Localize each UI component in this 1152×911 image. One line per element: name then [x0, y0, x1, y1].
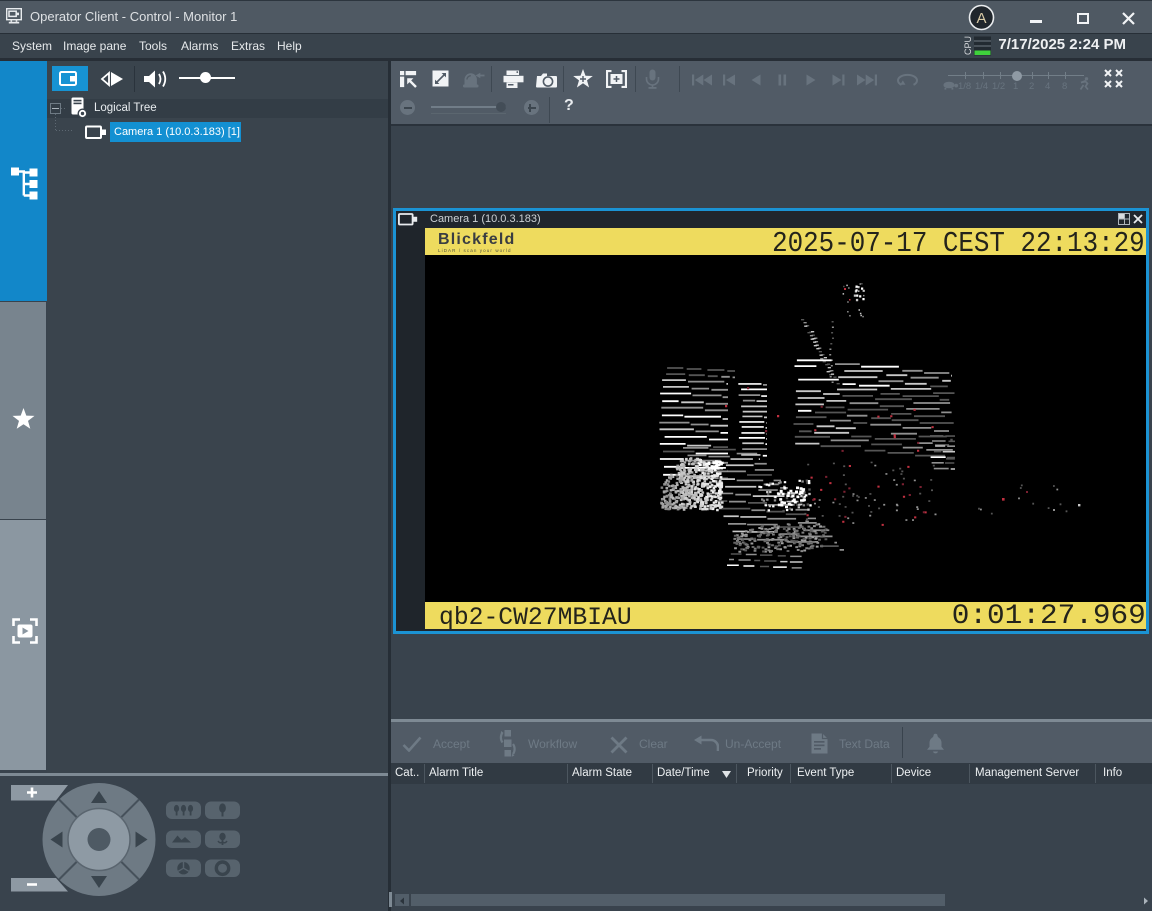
svg-text:CPU: CPU: [963, 36, 973, 55]
svg-text:A: A: [976, 10, 986, 27]
